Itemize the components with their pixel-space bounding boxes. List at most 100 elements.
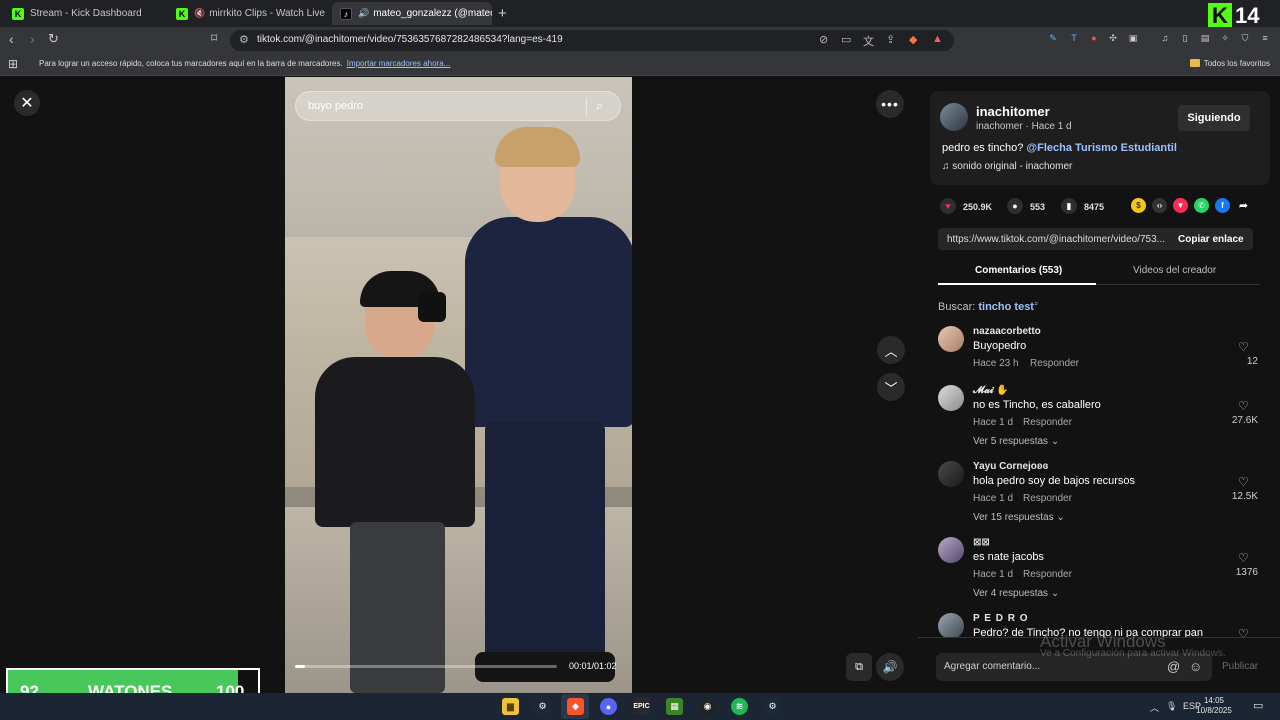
menu-icon[interactable]: ≡ bbox=[1259, 32, 1271, 44]
comment-username[interactable]: 𝓜𝓪𝓲 ✋ bbox=[973, 385, 1009, 396]
extension-icon[interactable]: T bbox=[1068, 32, 1080, 44]
comment-like-heart-icon[interactable]: ♡ bbox=[1238, 627, 1249, 637]
comment-username[interactable]: P E D R O bbox=[973, 613, 1029, 624]
comment-like-heart-icon[interactable]: ♡ bbox=[1238, 551, 1249, 565]
video-player[interactable]: buyo pedro ⌕ 00:01/01:02 bbox=[285, 77, 632, 693]
copy-link-button[interactable]: Copiar enlace bbox=[1178, 234, 1244, 245]
reload-icon[interactable]: ↻ bbox=[48, 31, 59, 47]
mention-icon[interactable]: @ bbox=[1167, 659, 1180, 674]
import-bookmarks-link[interactable]: Importar marcadores ahora... bbox=[347, 59, 451, 68]
send-icon[interactable]: ▼ bbox=[1173, 198, 1188, 213]
apps-grid-icon[interactable]: ⊞ bbox=[8, 57, 18, 71]
share-icon[interactable]: ⇪ bbox=[886, 33, 895, 46]
comment-like-heart-icon[interactable]: ♡ bbox=[1238, 340, 1249, 354]
translate-icon[interactable]: 文 bbox=[863, 33, 874, 49]
spotify-icon[interactable]: ≋ bbox=[731, 698, 748, 715]
wallet-icon[interactable]: ▤ bbox=[1199, 32, 1211, 44]
leo-icon[interactable]: ✧ bbox=[1219, 32, 1231, 44]
screenshot-icon[interactable]: ▣ bbox=[1127, 32, 1139, 44]
avatar[interactable] bbox=[940, 103, 968, 131]
forward-icon[interactable]: › bbox=[30, 31, 35, 47]
emoji-icon[interactable]: ☺ bbox=[1189, 659, 1202, 674]
extension-icon[interactable]: ✎ bbox=[1047, 32, 1059, 44]
avatar[interactable] bbox=[938, 613, 964, 637]
puzzle-icon[interactable]: ✣ bbox=[1107, 32, 1119, 44]
coin-icon[interactable]: $ bbox=[1131, 198, 1146, 213]
taskbar-clock[interactable]: 14:05 10/8/2025 bbox=[1196, 696, 1232, 716]
volume-button[interactable]: 🔊 bbox=[876, 653, 904, 681]
extension-icon[interactable]: ● bbox=[1088, 32, 1100, 44]
brave-rewards-icon[interactable]: ▲ bbox=[932, 33, 943, 45]
more-options-button[interactable]: ••• bbox=[876, 90, 904, 118]
chat-app-icon[interactable]: ● bbox=[600, 698, 617, 715]
like-heart-icon[interactable]: ♥ bbox=[940, 198, 956, 214]
music-icon[interactable]: ♫ bbox=[1159, 32, 1171, 44]
site-info-icon[interactable]: ⚙ bbox=[239, 33, 249, 46]
reply-button[interactable]: Responder bbox=[1030, 358, 1079, 369]
microphone-icon[interactable]: 🎙 bbox=[1166, 701, 1177, 712]
steam-icon[interactable]: ⚙ bbox=[534, 698, 551, 715]
obs-icon[interactable]: ◉ bbox=[699, 698, 716, 715]
epic-games-icon[interactable]: EPIC bbox=[633, 698, 650, 715]
comment-like-heart-icon[interactable]: ♡ bbox=[1238, 399, 1249, 413]
avatar[interactable] bbox=[938, 537, 964, 563]
back-icon[interactable]: ‹ bbox=[9, 31, 14, 47]
bookmark-save-icon[interactable]: ▮ bbox=[1061, 198, 1077, 214]
comment-bubble-icon[interactable]: ● bbox=[1007, 198, 1023, 214]
share-arrow-icon[interactable]: ➦ bbox=[1236, 198, 1251, 213]
brave-shield-icon[interactable]: ◆ bbox=[909, 33, 917, 46]
reply-button[interactable]: Responder bbox=[1023, 569, 1072, 580]
comment-username[interactable]: Yayu Cornejoʚɞ bbox=[973, 461, 1048, 472]
bookmark-icon[interactable]: ⌑ bbox=[211, 31, 217, 45]
embed-icon[interactable]: ‹› bbox=[1152, 198, 1167, 213]
post-username[interactable]: inachitomer bbox=[976, 104, 1050, 119]
tab-kick-dashboard[interactable]: K Stream - Kick Dashboard bbox=[4, 2, 164, 25]
notification-icon[interactable]: ▭ bbox=[1253, 699, 1263, 712]
steam-icon[interactable]: ⚙ bbox=[764, 698, 781, 715]
brave-icon[interactable]: ◆ bbox=[567, 698, 584, 715]
tab-creator-videos[interactable]: Videos del creador bbox=[1133, 265, 1216, 276]
view-replies-button[interactable]: Ver 5 respuestas ⌄ bbox=[973, 436, 1059, 447]
view-replies-button[interactable]: Ver 4 respuestas ⌄ bbox=[973, 588, 1059, 599]
mini-player-button[interactable]: ⧉ bbox=[846, 653, 872, 681]
post-sound[interactable]: ♫ sonido original - inachomer bbox=[942, 161, 1072, 172]
tray-chevron-icon[interactable]: ︿ bbox=[1150, 701, 1159, 714]
tab-tiktok[interactable]: ♪ 🔊 mateo_gonzalezz (@mateo.g ✕ bbox=[332, 2, 492, 25]
file-explorer-icon[interactable]: ▆ bbox=[502, 698, 519, 715]
avatar[interactable] bbox=[938, 461, 964, 487]
search-icon[interactable]: ⌕ bbox=[596, 98, 603, 114]
following-button[interactable]: Siguiendo bbox=[1178, 105, 1250, 131]
comment-username[interactable]: ⊠⊠ bbox=[973, 537, 990, 548]
caption-mention-link[interactable]: @Flecha Turismo Estudiantil bbox=[1026, 142, 1177, 154]
new-tab-button[interactable]: + bbox=[498, 5, 507, 22]
avatar[interactable] bbox=[938, 385, 964, 411]
comment-item: ⊠⊠ es nate jacobs Hace 1 d Responder Ver… bbox=[938, 537, 1260, 603]
search-query-link[interactable]: tincho test bbox=[978, 301, 1034, 313]
url-bar[interactable]: ⚙ tiktok.com/@inachitomer/video/75363576… bbox=[230, 30, 954, 51]
next-video-button[interactable]: ﹀ bbox=[877, 373, 905, 401]
reply-button[interactable]: Responder bbox=[1023, 417, 1072, 428]
avatar[interactable] bbox=[938, 326, 964, 352]
video-search-box[interactable]: buyo pedro ⌕ bbox=[295, 91, 621, 121]
all-bookmarks-folder[interactable]: Todos los favoritos bbox=[1189, 59, 1270, 68]
tab-kick-clips[interactable]: K 🔇 mirrkito Clips - Watch Live on Kick bbox=[168, 2, 326, 25]
kick-overlay-number: 14 bbox=[1235, 3, 1260, 28]
video-progress-bar[interactable] bbox=[295, 665, 557, 668]
video-link[interactable]: https://www.tiktok.com/@inachitomer/vide… bbox=[947, 234, 1165, 245]
reader-icon[interactable]: ⊘ bbox=[819, 33, 828, 46]
reply-button[interactable]: Responder bbox=[1023, 493, 1072, 504]
cast-icon[interactable]: ▭ bbox=[841, 33, 851, 46]
video-person-left bbox=[305, 271, 475, 693]
comment-username[interactable]: nazaacorbetto bbox=[973, 326, 1041, 337]
view-replies-button[interactable]: Ver 15 respuestas ⌄ bbox=[973, 512, 1065, 523]
minecraft-icon[interactable]: ▦ bbox=[666, 698, 683, 715]
vpn-icon[interactable]: ⛉ bbox=[1239, 32, 1251, 44]
close-video-button[interactable]: ✕ bbox=[14, 90, 40, 116]
tab-comments[interactable]: Comentarios (553) bbox=[975, 265, 1062, 276]
post-comment-button[interactable]: Publicar bbox=[1222, 661, 1258, 672]
comment-like-heart-icon[interactable]: ♡ bbox=[1238, 475, 1249, 489]
sidebar-icon[interactable]: ▯ bbox=[1179, 32, 1191, 44]
whatsapp-icon[interactable]: ✆ bbox=[1194, 198, 1209, 213]
facebook-icon[interactable]: f bbox=[1215, 198, 1230, 213]
previous-video-button[interactable]: ︿ bbox=[877, 336, 905, 364]
